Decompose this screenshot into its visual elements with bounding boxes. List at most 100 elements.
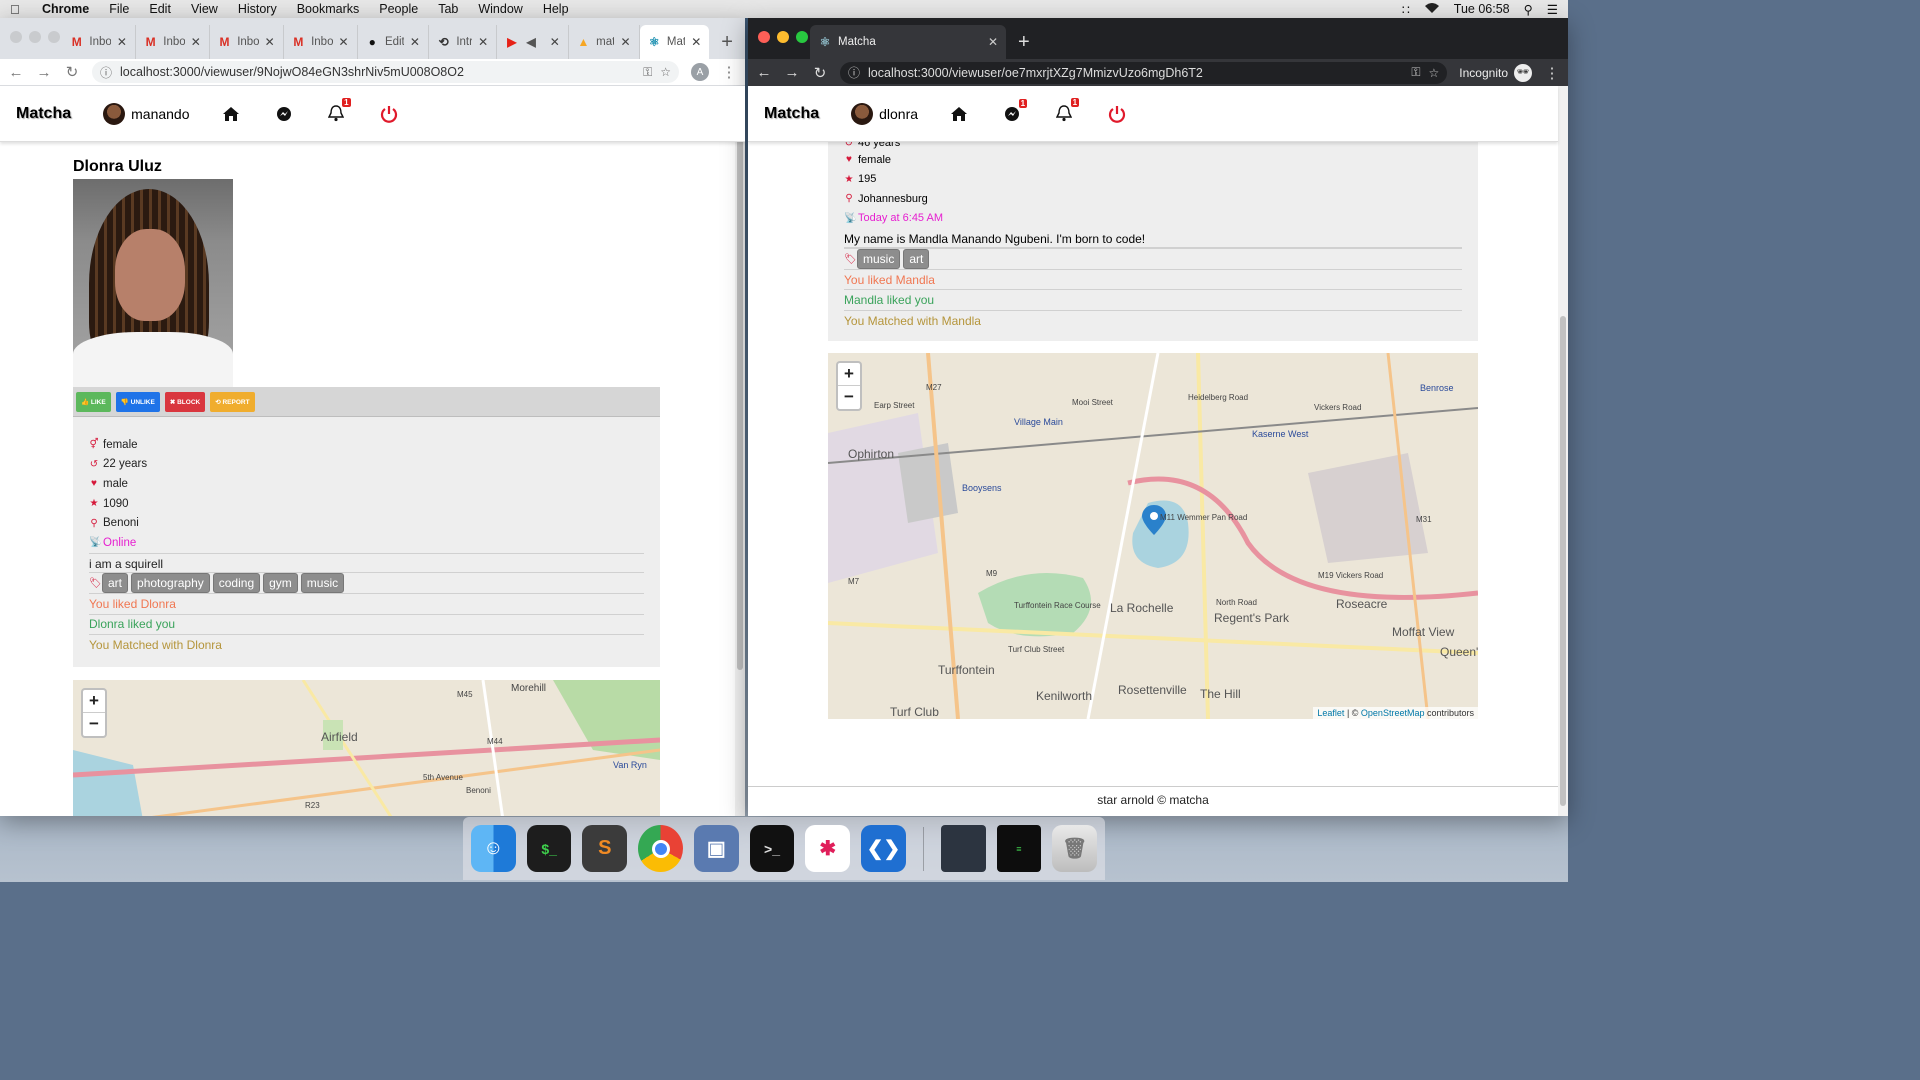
- reload-icon[interactable]: ↻: [812, 64, 828, 82]
- brand-logo[interactable]: Matcha: [764, 105, 819, 123]
- tag-chip[interactable]: coding: [212, 573, 261, 594]
- bluetooth-icon[interactable]: ∷: [1402, 2, 1410, 17]
- logout-power-icon[interactable]: [1108, 105, 1126, 123]
- close-window-button[interactable]: [10, 31, 22, 43]
- menu-edit[interactable]: Edit: [149, 2, 171, 16]
- zoom-out-button[interactable]: −: [838, 386, 860, 409]
- messenger-icon[interactable]: 1: [1004, 98, 1028, 122]
- tag-chip[interactable]: music: [857, 249, 901, 269]
- slack-icon[interactable]: ✱: [805, 825, 851, 872]
- tag-chip[interactable]: gym: [263, 573, 298, 594]
- zoom-in-button[interactable]: +: [83, 690, 105, 713]
- location-map[interactable]: + − M27 Earp Street Village Main Ophirto…: [828, 353, 1478, 719]
- clock[interactable]: Tue 06:58: [1454, 2, 1510, 16]
- tab-intro[interactable]: ⟲ Intr ✕: [429, 25, 498, 59]
- info-icon[interactable]: ⓘ: [100, 64, 112, 81]
- forward-icon[interactable]: →: [36, 64, 52, 81]
- back-icon[interactable]: ←: [756, 64, 772, 81]
- tab-github[interactable]: ● Edit ✕: [358, 25, 429, 59]
- zoom-in-button[interactable]: +: [838, 363, 860, 386]
- bookmark-star-icon[interactable]: ☆: [1429, 66, 1440, 80]
- url-text[interactable]: localhost:3000/viewuser/oe7mxrjtXZg7Mmiz…: [868, 66, 1403, 80]
- tab-gmail-3[interactable]: M Inbo ✕: [210, 25, 284, 59]
- new-tab-button[interactable]: +: [709, 25, 745, 59]
- vscode-icon[interactable]: ❮❯: [861, 825, 906, 872]
- close-tab-icon[interactable]: ✕: [620, 35, 630, 49]
- report-button[interactable]: ⟲ REPORT: [210, 391, 255, 412]
- new-tab-button[interactable]: +: [1006, 25, 1042, 59]
- menu-history[interactable]: History: [238, 2, 277, 16]
- notification-center-icon[interactable]: ☰: [1547, 2, 1558, 17]
- like-button[interactable]: 👍 LIKE: [76, 391, 111, 412]
- tag-chip[interactable]: photography: [131, 573, 210, 594]
- tab-matcha[interactable]: ⚛ Matcha ✕: [810, 25, 1006, 59]
- menu-help[interactable]: Help: [543, 2, 569, 16]
- close-tab-icon[interactable]: ✕: [265, 35, 275, 49]
- wifi-icon[interactable]: [1424, 2, 1440, 17]
- trash-icon[interactable]: 🗑: [1052, 825, 1098, 872]
- nav-user[interactable]: manando: [103, 102, 190, 125]
- logout-power-icon[interactable]: [380, 105, 398, 123]
- url-text[interactable]: localhost:3000/viewuser/9NojwO84eGN3shrN…: [120, 65, 635, 79]
- profile-avatar[interactable]: A: [691, 63, 709, 81]
- key-icon[interactable]: ⚿: [643, 65, 652, 80]
- menu-kebab-icon[interactable]: ⋮: [721, 63, 737, 81]
- back-icon[interactable]: ←: [8, 64, 24, 81]
- close-tab-icon[interactable]: ✕: [988, 35, 998, 49]
- tag-chip[interactable]: music: [300, 573, 345, 594]
- sublime-icon[interactable]: S: [582, 825, 628, 872]
- brand-logo[interactable]: Matcha: [16, 105, 71, 123]
- menu-people[interactable]: People: [379, 2, 418, 16]
- zoom-out-button[interactable]: −: [83, 713, 105, 736]
- console-icon[interactable]: ≡: [996, 825, 1042, 872]
- key-icon[interactable]: ⚿: [1411, 65, 1420, 80]
- screenshot-icon[interactable]: [940, 825, 986, 872]
- iterm-icon[interactable]: >_: [749, 825, 795, 872]
- tag-chip[interactable]: art: [903, 249, 930, 269]
- tab-gmail-1[interactable]: M Inbo ✕: [62, 25, 136, 59]
- incognito-indicator[interactable]: Incognito 🕶: [1459, 63, 1532, 82]
- close-tab-icon[interactable]: ✕: [191, 35, 201, 49]
- zoom-window-button[interactable]: [48, 31, 60, 43]
- virtualbox-icon[interactable]: ▣: [693, 825, 739, 872]
- close-window-button[interactable]: [758, 31, 770, 43]
- page-scrollbar[interactable]: [1558, 86, 1568, 816]
- terminal-icon[interactable]: $_: [526, 825, 572, 872]
- messenger-icon[interactable]: [276, 106, 292, 122]
- close-tab-icon[interactable]: ✕: [339, 35, 349, 49]
- bell-icon[interactable]: 1: [1056, 98, 1080, 122]
- tab-gmail-2[interactable]: M Inbo ✕: [136, 25, 210, 59]
- bookmark-star-icon[interactable]: ☆: [660, 65, 671, 79]
- menu-bookmarks[interactable]: Bookmarks: [297, 2, 360, 16]
- menu-file[interactable]: File: [109, 2, 129, 16]
- menu-tab[interactable]: Tab: [438, 2, 458, 16]
- unlike-button[interactable]: 👎 UNLIKE: [115, 391, 160, 412]
- tag-chip[interactable]: art: [102, 573, 129, 594]
- menu-chrome[interactable]: Chrome: [42, 2, 89, 16]
- close-tab-icon[interactable]: ✕: [550, 35, 560, 49]
- close-tab-icon[interactable]: ✕: [691, 35, 701, 49]
- home-icon[interactable]: [950, 106, 968, 122]
- tab-firebase[interactable]: ▲ mat ✕: [569, 25, 640, 59]
- nav-user[interactable]: dlonra: [851, 102, 918, 125]
- menu-view[interactable]: View: [191, 2, 218, 16]
- spotlight-icon[interactable]: ⚲: [1524, 2, 1533, 17]
- chrome-icon[interactable]: [638, 825, 683, 872]
- location-map[interactable]: + − Morehill M45 Airfield M44 Van Ryn 5t…: [73, 680, 660, 816]
- reload-icon[interactable]: ↻: [64, 63, 80, 81]
- leaflet-link[interactable]: Leaflet: [1317, 708, 1344, 718]
- menu-kebab-icon[interactable]: ⋮: [1544, 64, 1560, 82]
- scrollbar-thumb[interactable]: [1560, 316, 1566, 806]
- tab-youtube[interactable]: ▶ ◀ ✕: [497, 25, 569, 59]
- apple-icon[interactable]: : [10, 2, 24, 17]
- page-scrollbar[interactable]: [735, 86, 745, 816]
- close-tab-icon[interactable]: ✕: [478, 35, 488, 49]
- minimize-window-button[interactable]: [777, 31, 789, 43]
- address-bar[interactable]: ⓘ localhost:3000/viewuser/9NojwO84eGN3sh…: [92, 61, 679, 83]
- close-tab-icon[interactable]: ✕: [117, 35, 127, 49]
- close-tab-icon[interactable]: ✕: [410, 35, 420, 49]
- menu-window[interactable]: Window: [478, 2, 522, 16]
- minimize-window-button[interactable]: [29, 31, 41, 43]
- address-bar[interactable]: ⓘ localhost:3000/viewuser/oe7mxrjtXZg7Mm…: [840, 61, 1448, 84]
- scrollbar-thumb[interactable]: [737, 90, 743, 670]
